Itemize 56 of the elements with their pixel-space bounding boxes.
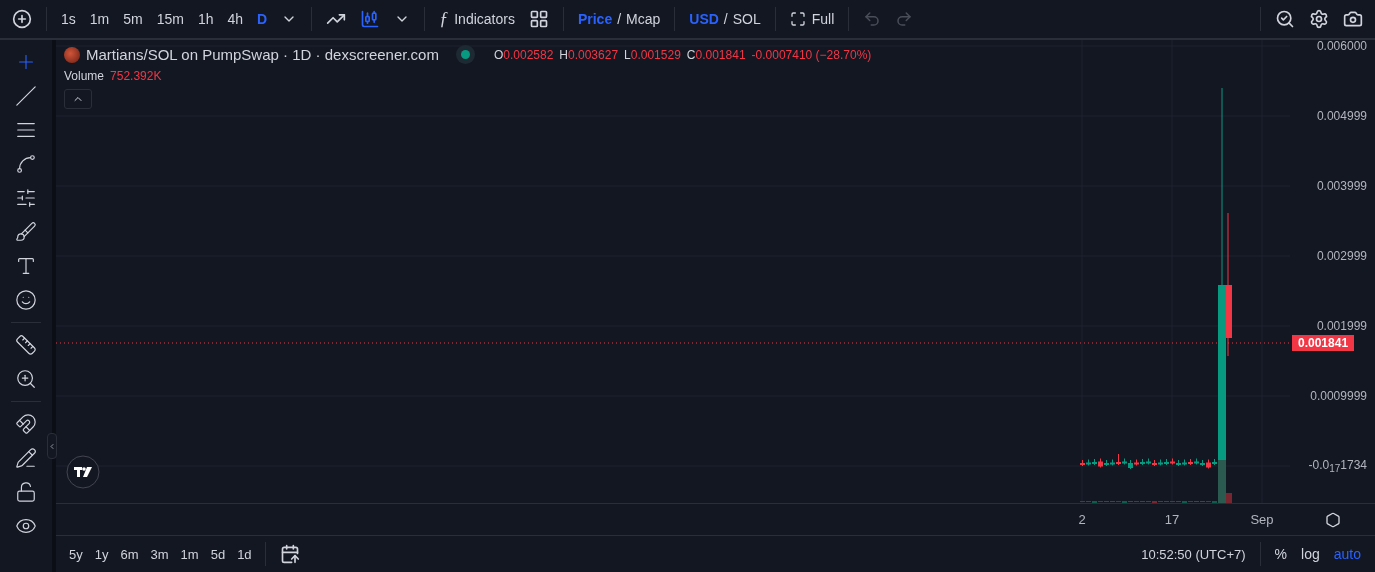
function-icon: ƒ bbox=[439, 8, 449, 30]
clock-time: 10:52:50 (UTC+7) bbox=[1140, 546, 1247, 562]
price-axis-label: 0.0009999 bbox=[1310, 389, 1367, 403]
range-button[interactable]: 1y bbox=[89, 543, 114, 565]
range-button[interactable]: 3m bbox=[145, 543, 174, 565]
price-axis-label: -0.0$_{17}$1734 bbox=[1308, 457, 1367, 475]
interval-button[interactable]: 4h bbox=[221, 7, 250, 31]
price-mode-option[interactable]: Mcap bbox=[626, 11, 661, 27]
price-axis-label: 0.001999 bbox=[1316, 319, 1367, 333]
logo-icon bbox=[66, 455, 100, 489]
currency-option[interactable]: USD bbox=[689, 11, 719, 27]
ohlc-value: 0.002582 bbox=[503, 47, 554, 62]
interval-button[interactable]: D bbox=[251, 7, 274, 31]
ohlc-value: 0.003627 bbox=[568, 47, 619, 62]
volume-value: 752.392K bbox=[110, 69, 162, 83]
ohlc-value: 0.001529 bbox=[630, 47, 681, 62]
price-change: -0.0007410 (−28.70%) bbox=[751, 47, 872, 62]
chevron-left-icon bbox=[48, 441, 56, 451]
range-button[interactable]: 1m bbox=[175, 543, 204, 565]
slash-separator: / bbox=[617, 11, 622, 27]
scale-option[interactable]: auto bbox=[1327, 543, 1367, 565]
scale-option[interactable]: log bbox=[1295, 543, 1326, 565]
ohlc-label: C bbox=[686, 47, 696, 62]
collapse-button[interactable] bbox=[64, 89, 92, 109]
axis-settings-icon[interactable] bbox=[1324, 511, 1341, 528]
collapse-toggle[interactable] bbox=[47, 433, 57, 459]
currency-option[interactable]: SOL bbox=[732, 11, 761, 27]
interval-button[interactable]: 1m bbox=[83, 7, 116, 31]
fullscreen-button[interactable]: Full bbox=[783, 7, 841, 31]
time-axis-label: 17 bbox=[1164, 512, 1180, 527]
price-axis-label: 0.006000 bbox=[1316, 39, 1367, 53]
fullscreen-icon bbox=[789, 11, 806, 27]
time-axis-label: Sep bbox=[1250, 512, 1274, 527]
ohlc-label: O bbox=[493, 47, 504, 62]
indicators-button[interactable]: ƒ Indicators bbox=[433, 4, 521, 34]
price-axis-label: 0.004999 bbox=[1316, 109, 1367, 123]
ohlc-value: 0.001841 bbox=[695, 47, 746, 62]
slash-separator: / bbox=[723, 11, 728, 27]
price-axis-label: 0.002999 bbox=[1316, 249, 1367, 263]
time-axis-label: 2 bbox=[1078, 512, 1086, 527]
volume-label: Volume bbox=[64, 69, 105, 83]
price-mode-option[interactable]: Price bbox=[577, 11, 613, 27]
ohlc-label: L bbox=[624, 47, 631, 62]
range-button[interactable]: 5d bbox=[205, 543, 231, 565]
range-button[interactable]: 1d bbox=[232, 543, 257, 565]
interval-button[interactable]: 1h bbox=[191, 7, 220, 31]
interval-button[interactable]: 1s bbox=[55, 7, 82, 31]
interval-button[interactable]: 15m bbox=[150, 7, 190, 31]
interval-button[interactable]: 5m bbox=[117, 7, 149, 31]
range-button[interactable]: 6m bbox=[115, 543, 144, 565]
range-button[interactable]: 5y bbox=[64, 543, 88, 565]
current-price-label: 0.001841 bbox=[1292, 335, 1355, 351]
scale-option[interactable]: % bbox=[1268, 543, 1294, 565]
ohlc-label: H bbox=[559, 47, 568, 62]
symbol-title: Martians/SOL on PumpSwap · 1D · dexscreener.com bbox=[86, 46, 439, 63]
price-axis-label: 0.003999 bbox=[1316, 179, 1367, 193]
